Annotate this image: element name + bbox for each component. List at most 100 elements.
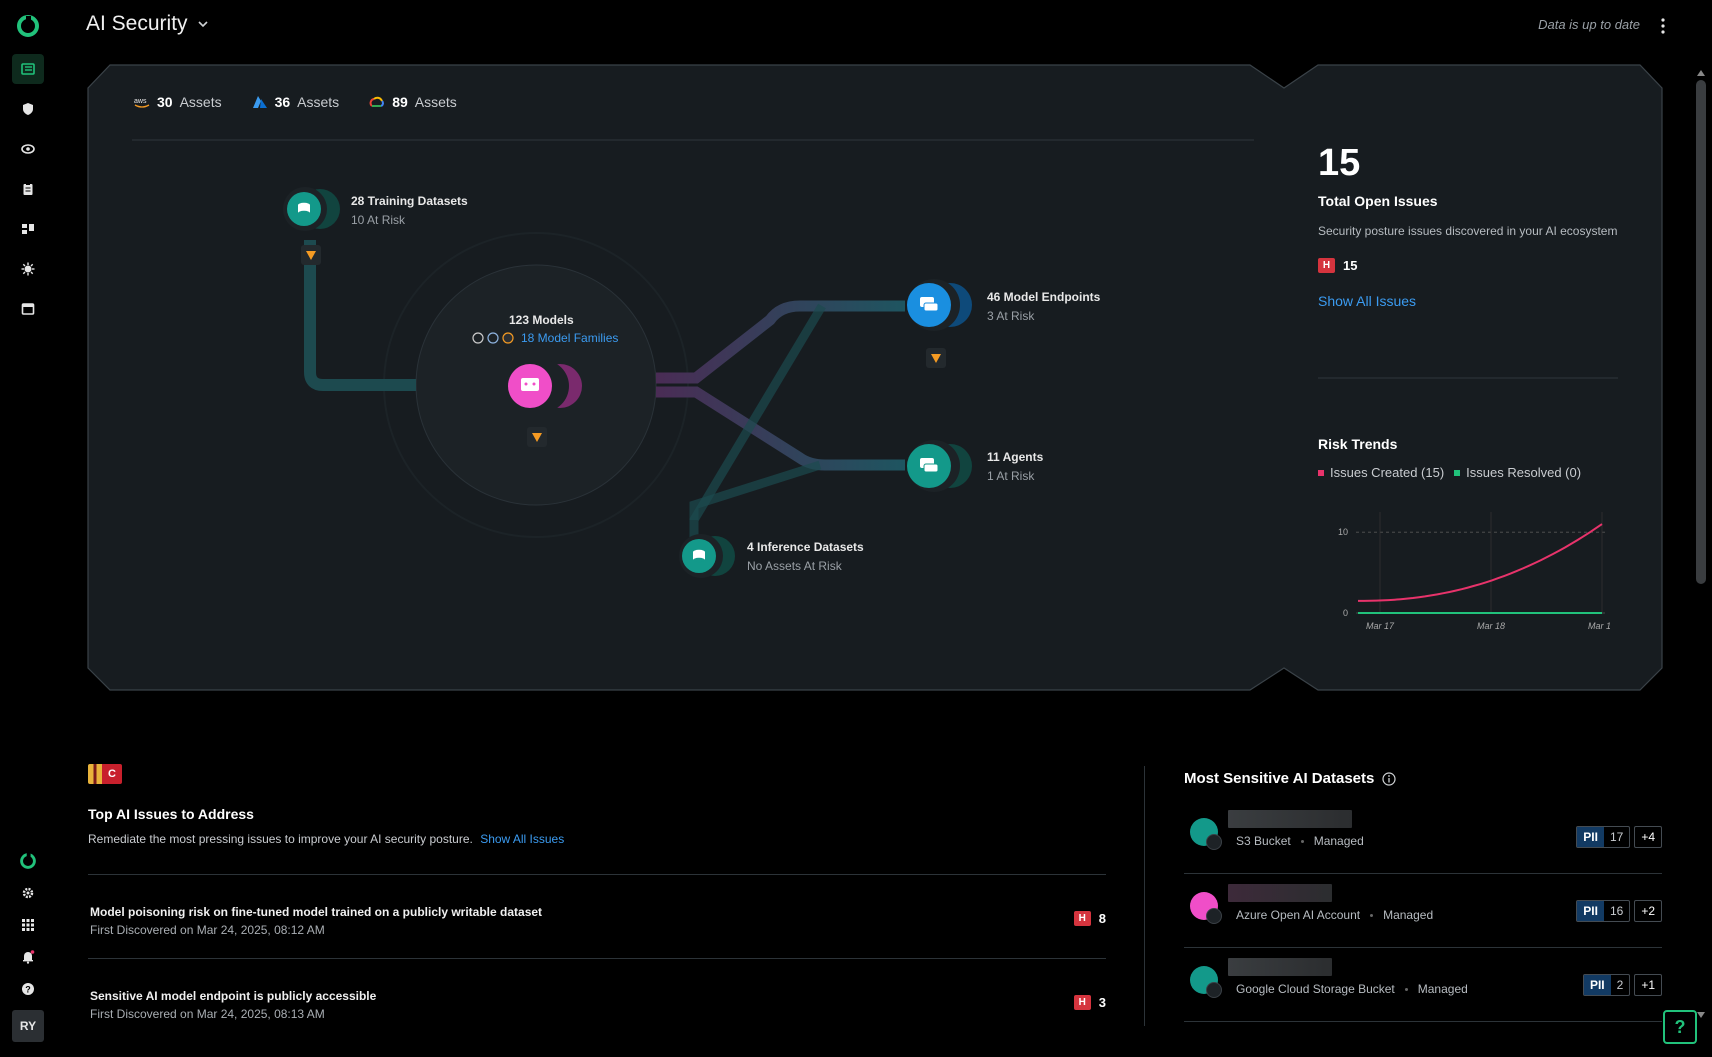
dataset-name-redacted (1228, 884, 1332, 902)
issue-title: Model poisoning risk on fine-tuned model… (90, 905, 543, 919)
dataset-row[interactable]: Azure Open AI Account Managed PII 16 +2 (1184, 874, 1662, 948)
issue-count: 8 (1098, 911, 1106, 926)
svg-text:?: ? (25, 985, 31, 995)
critical-badge: C (88, 764, 124, 784)
pii-label: PII (1583, 975, 1611, 995)
models-node[interactable] (508, 360, 582, 412)
more-tags[interactable]: +1 (1634, 974, 1662, 996)
dataset-meta: Azure Open AI Account Managed (1236, 908, 1433, 922)
apps-icon[interactable] (12, 910, 44, 940)
agents-risk: 1 At Risk (987, 469, 1035, 483)
issue-date: First Discovered on Mar 24, 2025, 08:13 … (90, 1007, 325, 1021)
training-datasets-title[interactable]: 28 Training Datasets (351, 194, 468, 208)
agents-node[interactable] (907, 440, 972, 492)
training-datasets-risk: 10 At Risk (351, 213, 406, 227)
ai-asset-graph (283, 187, 972, 578)
issue-count: 3 (1098, 995, 1106, 1010)
inference-datasets-risk: No Assets At Risk (747, 559, 842, 573)
agents-title[interactable]: 11 Agents (987, 450, 1043, 464)
risk-indicator-icon[interactable] (926, 348, 946, 368)
legend-created[interactable]: Issues Created (15) (1318, 465, 1444, 480)
dataset-tags: PII 16 +2 (1576, 900, 1662, 922)
section-divider (1144, 766, 1145, 1026)
issue-row[interactable]: Model poisoning risk on fine-tuned model… (88, 874, 1106, 948)
pii-tag[interactable]: PII 2 (1582, 974, 1631, 996)
top-issues-desc: Remediate the most pressing issues to im… (88, 832, 564, 846)
more-tags[interactable]: +2 (1634, 900, 1662, 922)
dataset-managed: Managed (1417, 982, 1468, 996)
x-tick-label: Mar 19 (1588, 621, 1610, 631)
help-chat-button[interactable]: ? (1663, 1010, 1697, 1044)
severity-high-badge: H (1318, 258, 1335, 273)
dataset-row[interactable]: S3 Bucket Managed PII 17 +4 (1184, 800, 1662, 874)
dataset-managed: Managed (1383, 908, 1434, 922)
scroll-down-icon[interactable] (1697, 1012, 1705, 1018)
dataset-type: Azure Open AI Account (1236, 908, 1361, 922)
dataset-meta: Google Cloud Storage Bucket Managed (1236, 982, 1468, 996)
y-tick-label: 0 (1343, 608, 1348, 618)
info-icon[interactable] (1382, 771, 1396, 786)
avatar[interactable]: RY (12, 1010, 44, 1042)
legend-resolved-label: Issues Resolved (0) (1466, 465, 1582, 480)
legend-resolved[interactable]: Issues Resolved (0) (1454, 465, 1581, 480)
pii-count: 2 (1616, 978, 1624, 992)
severity-summary: H 15 (1318, 258, 1357, 273)
gear-icon[interactable] (12, 878, 44, 908)
show-all-issues-link[interactable]: Show All Issues (1318, 293, 1416, 309)
gcp-icon (1206, 982, 1222, 998)
dataset-meta: S3 Bucket Managed (1236, 834, 1364, 848)
logo-icon[interactable] (12, 846, 44, 876)
risk-trends-chart: 0 10 Mar 17 Mar 18 Mar 19 (1338, 512, 1610, 631)
severity-high-badge: H (1073, 995, 1091, 1010)
risk-indicator-icon[interactable] (527, 427, 547, 447)
models-title[interactable]: 123 Models (509, 313, 574, 327)
risk-trends-legend: Issues Created (15) Issues Resolved (0) (1318, 465, 1581, 480)
model-endpoints-title[interactable]: 46 Model Endpoints (987, 290, 1100, 304)
model-families-link[interactable]: 18 Model Families (521, 331, 618, 345)
dataset-type: S3 Bucket (1236, 834, 1291, 848)
sensitive-datasets-title-text: Most Sensitive AI Datasets (1184, 770, 1375, 787)
total-issues-desc: Security posture issues discovered in yo… (1318, 224, 1618, 238)
model-endpoints-risk: 3 At Risk (987, 309, 1035, 323)
severity-high-badge: H (1073, 911, 1091, 926)
total-issues-title: Total Open Issues (1318, 193, 1438, 209)
pii-tag[interactable]: PII 16 (1576, 900, 1631, 922)
help-icon[interactable]: ? (12, 974, 44, 1004)
issue-severity: H 3 (1073, 995, 1106, 1010)
issue-title: Sensitive AI model endpoint is publicly … (90, 989, 377, 1003)
inference-datasets-node[interactable] (679, 534, 735, 578)
top-issues-desc-text: Remediate the most pressing issues to im… (88, 832, 473, 846)
series-line (1358, 523, 1603, 602)
critical-badge-label: C (102, 764, 122, 784)
pii-label: PII (1577, 827, 1604, 847)
aws-icon (1206, 834, 1222, 850)
risk-indicator-icon[interactable] (301, 245, 321, 265)
risk-trends-title: Risk Trends (1318, 436, 1398, 452)
inference-datasets-title[interactable]: 4 Inference Datasets (747, 540, 864, 554)
issue-date: First Discovered on Mar 24, 2025, 08:12 … (90, 923, 325, 937)
dataset-type: Google Cloud Storage Bucket (1236, 982, 1395, 996)
model-endpoints-node[interactable] (907, 279, 972, 331)
sensitive-datasets-title: Most Sensitive AI Datasets (1184, 770, 1396, 787)
dataset-name-redacted (1228, 810, 1352, 828)
scrollbar-thumb[interactable] (1696, 80, 1706, 584)
more-tags[interactable]: +4 (1634, 826, 1662, 848)
pii-count: 17 (1609, 830, 1624, 844)
scroll-up-icon[interactable] (1697, 70, 1705, 76)
x-tick-label: Mar 17 (1366, 621, 1395, 631)
issue-row[interactable]: Sensitive AI model endpoint is publicly … (88, 958, 1106, 1032)
total-issues-count: 15 (1318, 142, 1361, 184)
training-datasets-node[interactable] (283, 187, 340, 231)
azure-icon (1206, 908, 1222, 924)
pii-tag[interactable]: PII 17 (1576, 826, 1631, 848)
top-issues-title: Top AI Issues to Address (88, 806, 254, 822)
dataset-name-redacted (1228, 958, 1332, 976)
pii-label: PII (1577, 901, 1604, 921)
issue-severity: H 8 (1073, 911, 1106, 926)
dataset-row[interactable]: Google Cloud Storage Bucket Managed PII 2… (1184, 948, 1662, 1022)
legend-created-label: Issues Created (15) (1330, 465, 1445, 480)
dataset-tags: PII 17 +4 (1576, 826, 1662, 848)
dataset-managed: Managed (1313, 834, 1364, 848)
top-issues-show-all-link[interactable]: Show All Issues (480, 832, 564, 846)
bell-icon[interactable] (12, 942, 44, 972)
